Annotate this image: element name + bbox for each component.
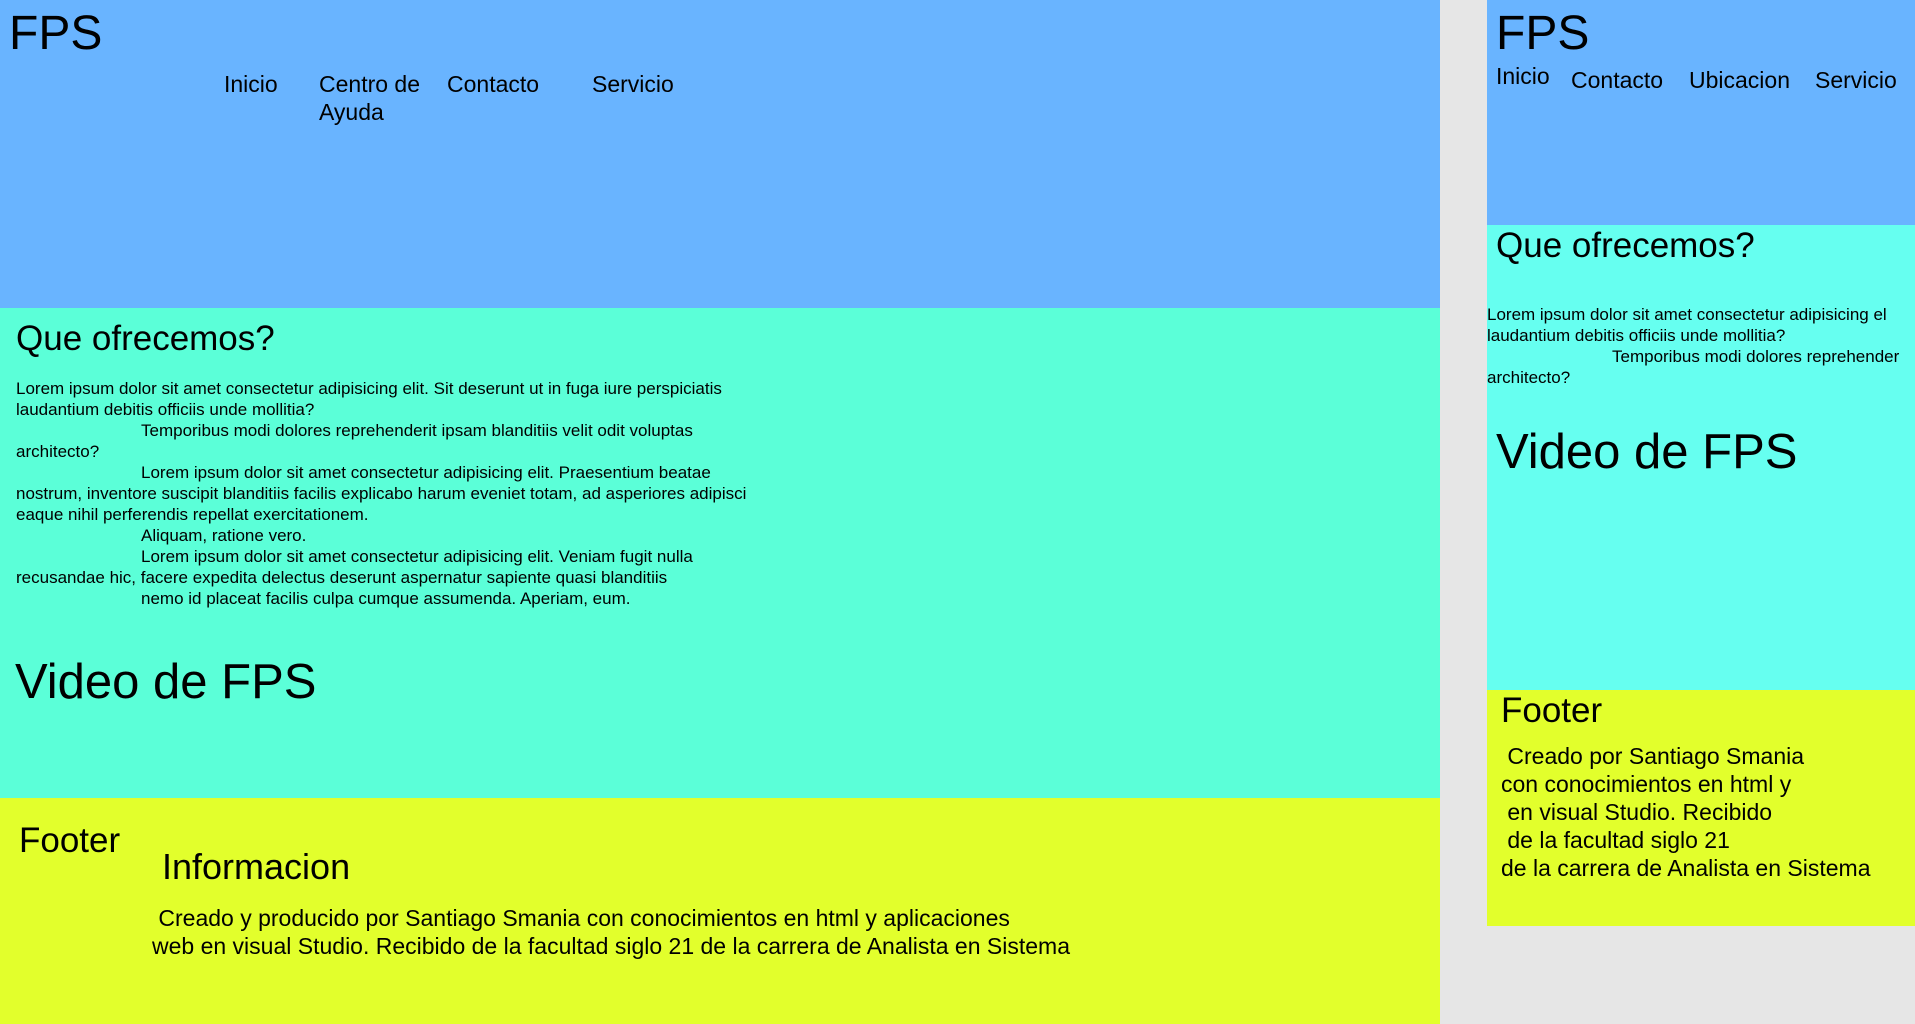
paragraph-line: laudantium debitis officiis unde molliti…: [16, 400, 315, 419]
desktop-header: FPS Inicio Centro de Ayuda Contacto Serv…: [0, 0, 1440, 308]
paragraph-line: recusandae hic, facere expedita delectus…: [16, 568, 668, 587]
paragraph-line: laudantium debitis officiis unde molliti…: [1487, 326, 1786, 345]
paragraph-line: Lorem ipsum dolor sit amet consectetur a…: [16, 379, 722, 398]
paragraph-line: Lorem ipsum dolor sit amet consectetur a…: [141, 547, 693, 566]
video-title: Video de FPS: [15, 655, 317, 709]
footer-title: Footer: [19, 821, 121, 860]
nav-link-inicio[interactable]: Inicio: [1496, 62, 1550, 90]
paragraph-line: Temporibus modi dolores reprehender: [1612, 347, 1900, 366]
paragraph-line: nostrum, inventore suscipit blanditiis f…: [16, 484, 747, 503]
mobile-frame: FPS Inicio Contacto Ubicacion Servicio Q…: [1487, 0, 1915, 926]
mobile-main-section: Que ofrecemos? Lorem ipsum dolor sit ame…: [1487, 225, 1915, 690]
nav-link-servicio[interactable]: Servicio: [1815, 66, 1897, 94]
logo[interactable]: FPS: [1496, 6, 1589, 62]
footer-info-title: Informacion: [162, 846, 351, 887]
desktop-main-section: Que ofrecemos? Lorem ipsum dolor sit ame…: [0, 308, 1440, 798]
logo[interactable]: FPS: [9, 6, 102, 62]
paragraph-line: Temporibus modi dolores reprehenderit ip…: [141, 421, 693, 440]
desktop-frame: FPS Inicio Centro de Ayuda Contacto Serv…: [0, 0, 1440, 1024]
nav-link-contacto[interactable]: Contacto: [1571, 66, 1663, 94]
nav-link-ubicacion[interactable]: Ubicacion: [1689, 66, 1790, 94]
desktop-footer: Footer Informacion Creado y producido po…: [0, 798, 1440, 1024]
footer-credits-text: Creado y producido por Santiago Smania c…: [152, 905, 1070, 959]
nav-link-centro-de-ayuda[interactable]: Centro de Ayuda: [319, 70, 429, 126]
paragraph-line: nemo id placeat facilis culpa cumque ass…: [141, 589, 631, 608]
paragraph-line: architecto?: [1487, 368, 1571, 387]
paragraph-line: Lorem ipsum dolor sit amet consectetur a…: [1487, 305, 1887, 324]
footer-credits-text: Creado por Santiago Smania con conocimie…: [1501, 743, 1871, 881]
mobile-header: FPS Inicio Contacto Ubicacion Servicio: [1487, 0, 1915, 225]
section-heading: Que ofrecemos?: [16, 319, 275, 358]
lorem-paragraph: Lorem ipsum dolor sit amet consectetur a…: [1487, 304, 1915, 388]
paragraph-line: architecto?: [16, 442, 100, 461]
nav-link-inicio[interactable]: Inicio: [224, 70, 278, 98]
mobile-footer: Footer Creado por Santiago Smania con co…: [1487, 690, 1915, 926]
section-heading: Que ofrecemos?: [1496, 226, 1755, 265]
footer-title: Footer: [1501, 691, 1603, 730]
nav-link-contacto[interactable]: Contacto: [447, 70, 539, 98]
paragraph-line: eaque nihil perferendis repellat exercit…: [16, 505, 369, 524]
paragraph-line: Aliquam, ratione vero.: [141, 526, 307, 545]
lorem-paragraph: Lorem ipsum dolor sit amet consectetur a…: [16, 378, 816, 609]
nav-link-servicio[interactable]: Servicio: [592, 70, 674, 98]
video-title: Video de FPS: [1496, 425, 1798, 479]
paragraph-line: Lorem ipsum dolor sit amet consectetur a…: [141, 463, 711, 482]
